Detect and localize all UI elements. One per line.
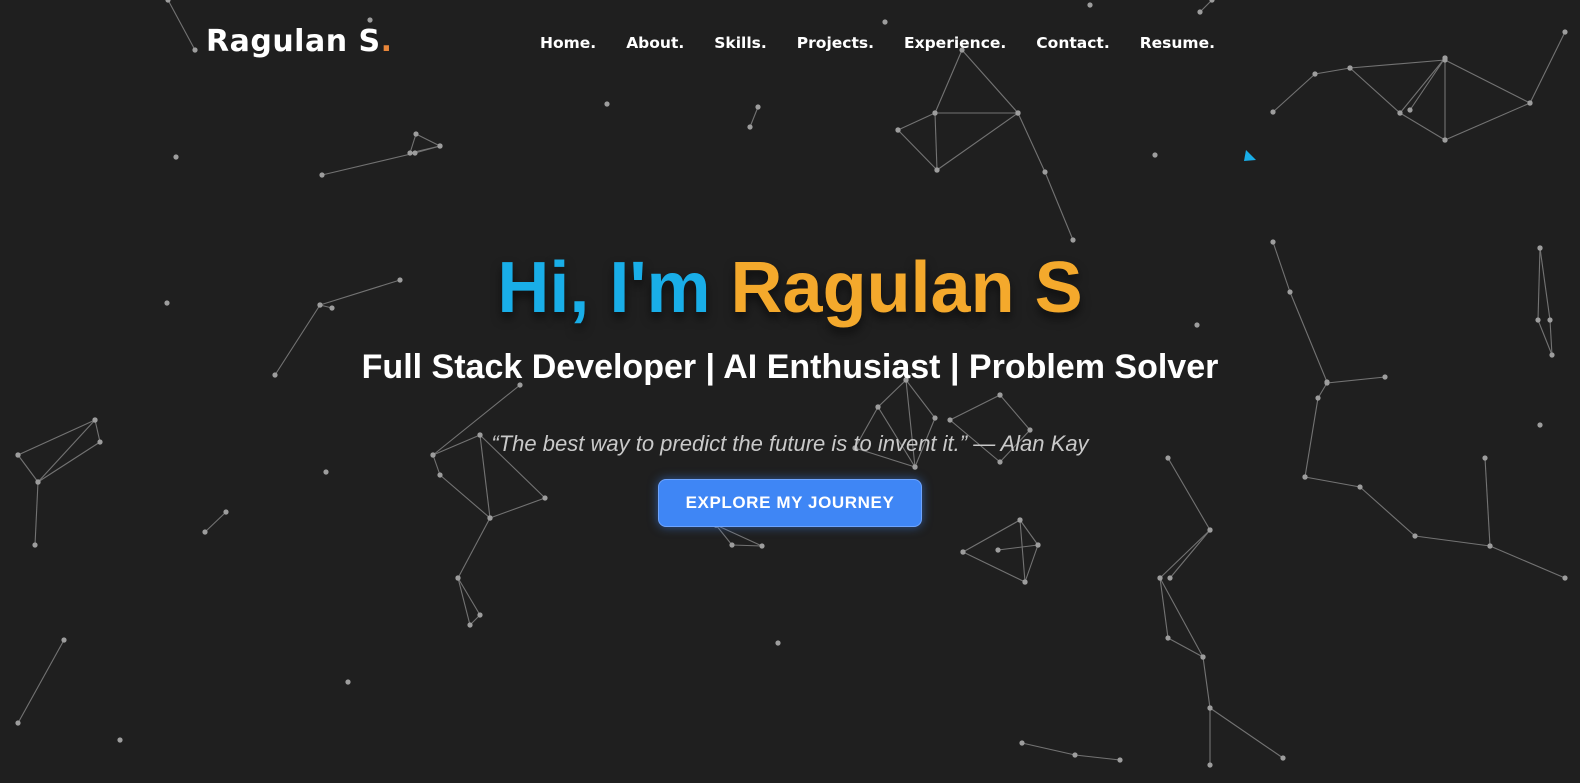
nav-resume-link[interactable]: Resume. [1140, 30, 1215, 56]
particle-network-background [15, 0, 1568, 768]
nav-home-link[interactable]: Home. [540, 30, 596, 56]
portfolio-page: Ragulan S. Home. About. Skills. Projects… [0, 0, 1580, 783]
nav-contact-link[interactable]: Contact. [1036, 30, 1109, 56]
hero-name: Ragulan S [730, 248, 1083, 328]
nav-skills-link[interactable]: Skills. [714, 30, 767, 56]
logo-dot: . [380, 24, 393, 59]
site-logo[interactable]: Ragulan S. [206, 22, 393, 62]
cursor-triangle-icon [1244, 150, 1256, 161]
main-nav: Home. About. Skills. Projects. Experienc… [540, 30, 1245, 56]
hero-title: Hi, I'm Ragulan S [0, 240, 1580, 336]
navbar: Ragulan S. Home. About. Skills. Projects… [0, 0, 1580, 86]
hero-subtitle: Full Stack Developer | AI Enthusiast | P… [361, 348, 1219, 386]
explore-journey-button[interactable]: EXPLORE MY JOURNEY [658, 479, 922, 527]
hero-quote: “The best way to predict the future is t… [491, 431, 1089, 456]
hero-greeting: Hi, I'm [497, 248, 711, 328]
logo-name: Ragulan S [206, 24, 381, 59]
nav-projects-link[interactable]: Projects. [797, 30, 874, 56]
nav-experience-link[interactable]: Experience. [904, 30, 1006, 56]
nav-about-link[interactable]: About. [626, 30, 684, 56]
cta-container: EXPLORE MY JOURNEY [0, 479, 1580, 527]
